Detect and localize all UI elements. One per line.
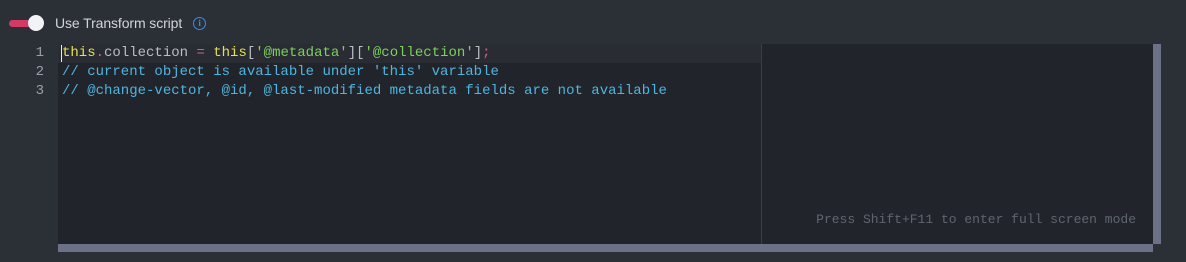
toggle-knob [28,15,44,31]
code-token-punct: ][ [347,45,365,61]
transform-script-toggle-row: Use Transform script i [9,12,207,34]
code-line[interactable]: // @change-vector, @id, @last-modified m… [62,82,667,101]
line-number: 2 [35,64,44,80]
code-token-punct: [ [246,45,256,61]
code-text-area[interactable]: this.collection = this['@metadata']['@co… [58,44,1153,244]
line-number-gutter: 1 2 3 [0,44,58,244]
line-number: 1 [35,45,44,61]
code-token-str: '@metadata' [255,45,348,61]
fullscreen-hint: Press Shift+F11 to enter full screen mod… [816,212,1136,227]
code-token-comment: // @change-vector, @id, @last-modified m… [62,83,667,99]
vertical-scrollbar[interactable] [1153,44,1161,244]
transform-script-toggle[interactable] [9,15,45,31]
transform-script-panel: Use Transform script i 1 2 3 this.collec… [0,0,1186,262]
code-token-str: '@collection' [364,45,474,61]
code-line[interactable]: this.collection = this['@metadata']['@co… [62,44,491,63]
horizontal-scrollbar[interactable] [58,244,1153,252]
transform-script-label: Use Transform script [55,15,183,31]
code-token-kw: this [213,45,247,61]
code-token-comment: // current object is available under 'th… [62,64,499,80]
info-icon[interactable]: i [193,16,207,30]
code-token-prop: collection [104,45,189,61]
code-token-op: ; [482,45,491,61]
code-token-punct: ] [473,45,483,61]
line-number: 3 [35,83,44,99]
print-margin [761,44,762,244]
code-line[interactable]: // current object is available under 'th… [62,63,499,82]
code-editor[interactable]: 1 2 3 this.collection = this['@metadata'… [0,44,1161,252]
code-token-op: . [95,45,105,61]
code-token-op: = [196,45,205,61]
code-token-punct [205,45,213,61]
code-token-kw: this [62,45,96,61]
